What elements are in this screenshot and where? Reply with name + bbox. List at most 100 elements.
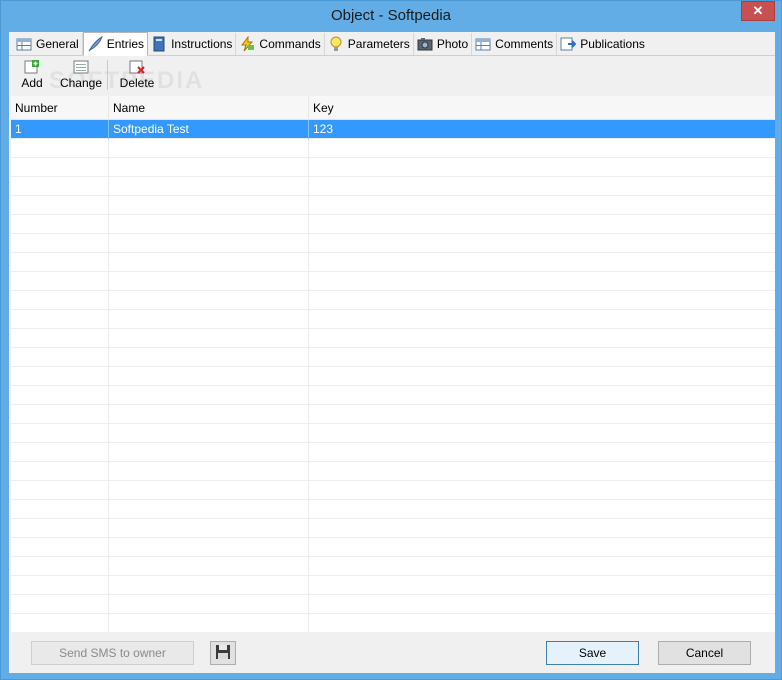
tab-label: Parameters (347, 37, 410, 51)
table-row[interactable] (11, 234, 775, 253)
tab-publications[interactable]: Publications (557, 33, 648, 55)
send-sms-button[interactable]: Send SMS to owner (31, 641, 194, 665)
title-bar[interactable]: Object - Softpedia ✕ (1, 1, 781, 32)
save-to-disk-button[interactable] (210, 641, 236, 665)
table-row[interactable] (11, 139, 775, 158)
table-cell (309, 405, 775, 424)
table-row[interactable] (11, 291, 775, 310)
change-button[interactable]: Change (58, 59, 104, 93)
table-row[interactable] (11, 462, 775, 481)
table-cell (109, 557, 309, 576)
table-row[interactable] (11, 595, 775, 614)
table-cell (309, 519, 775, 538)
tab-parameters[interactable]: Parameters (325, 33, 414, 55)
table-cell (11, 215, 109, 234)
delete-icon (129, 59, 145, 75)
close-button[interactable]: ✕ (741, 1, 775, 21)
table-row[interactable] (11, 614, 775, 632)
table-cell (109, 329, 309, 348)
table-row[interactable] (11, 196, 775, 215)
table-cell (11, 139, 109, 158)
tab-general[interactable]: General (13, 33, 83, 55)
tab-comments[interactable]: Comments (472, 33, 558, 55)
toolbar: SOFTPEDIA Add Change Delete (9, 57, 775, 95)
table-row[interactable] (11, 348, 775, 367)
table-cell (109, 196, 309, 215)
table-cell (11, 405, 109, 424)
table-row[interactable] (11, 177, 775, 196)
table-cell (109, 215, 309, 234)
table-row[interactable] (11, 557, 775, 576)
table-cell (309, 500, 775, 519)
table-row[interactable] (11, 253, 775, 272)
table-row[interactable] (11, 310, 775, 329)
tab-commands[interactable]: Commands (236, 33, 325, 55)
tab-photo[interactable]: Photo (414, 33, 473, 55)
table-row[interactable] (11, 329, 775, 348)
column-header-key[interactable]: Key (309, 96, 775, 120)
table-cell (309, 158, 775, 177)
table-row[interactable] (11, 215, 775, 234)
lightbulb-icon (328, 36, 344, 52)
grid-rows: 1 Softpedia Test 123 (11, 120, 775, 632)
entries-grid[interactable]: Number Name Key 1 Softpedia Test 123 (11, 96, 775, 632)
cancel-button[interactable]: Cancel (658, 641, 751, 665)
table-cell (109, 367, 309, 386)
table-row[interactable] (11, 576, 775, 595)
table-cell (109, 614, 309, 632)
table-row[interactable] (11, 443, 775, 462)
table-cell (309, 291, 775, 310)
table-row[interactable]: 1 Softpedia Test 123 (11, 120, 775, 139)
table-row[interactable] (11, 272, 775, 291)
table-cell (11, 291, 109, 310)
table-cell (109, 234, 309, 253)
table-cell (109, 405, 309, 424)
table-cell (11, 462, 109, 481)
table-cell (309, 348, 775, 367)
dialog-client: General Entries Instructions Commands Pa… (9, 32, 775, 673)
table-cell (11, 500, 109, 519)
grid-header: Number Name Key (11, 96, 775, 120)
delete-button[interactable]: Delete (118, 59, 156, 93)
table-row[interactable] (11, 538, 775, 557)
table-cell (109, 462, 309, 481)
table-cell (11, 424, 109, 443)
table-cell: Softpedia Test (109, 120, 309, 139)
tab-label: Entries (106, 37, 145, 51)
table-row[interactable] (11, 386, 775, 405)
table-cell (309, 253, 775, 272)
table-cell (309, 557, 775, 576)
table-row[interactable] (11, 424, 775, 443)
table-row[interactable] (11, 367, 775, 386)
tab-instructions[interactable]: Instructions (148, 33, 237, 55)
table-row[interactable] (11, 158, 775, 177)
table-cell (109, 519, 309, 538)
table-cell (309, 614, 775, 632)
table-row[interactable] (11, 519, 775, 538)
table-cell (309, 310, 775, 329)
lightning-icon (239, 35, 255, 52)
table-cell (309, 443, 775, 462)
table-cell (309, 595, 775, 614)
table-cell (11, 253, 109, 272)
table-cell (11, 158, 109, 177)
toolbar-separator (107, 60, 108, 90)
feather-icon (87, 35, 103, 52)
table-cell: 123 (313, 122, 334, 136)
tab-entries[interactable]: Entries (82, 32, 149, 56)
table-cell (309, 538, 775, 557)
column-header-number[interactable]: Number (11, 96, 109, 120)
camera-icon (417, 36, 433, 52)
table-row[interactable] (11, 481, 775, 500)
book-icon (151, 36, 167, 52)
table-row[interactable] (11, 500, 775, 519)
save-button[interactable]: Save (546, 641, 639, 665)
add-button[interactable]: Add (19, 59, 45, 93)
table-cell (309, 576, 775, 595)
table-row[interactable] (11, 405, 775, 424)
table-cell (309, 329, 775, 348)
table-cell (11, 272, 109, 291)
table-cell (309, 272, 775, 291)
delete-label: Delete (119, 76, 155, 90)
column-header-name[interactable]: Name (109, 96, 309, 120)
